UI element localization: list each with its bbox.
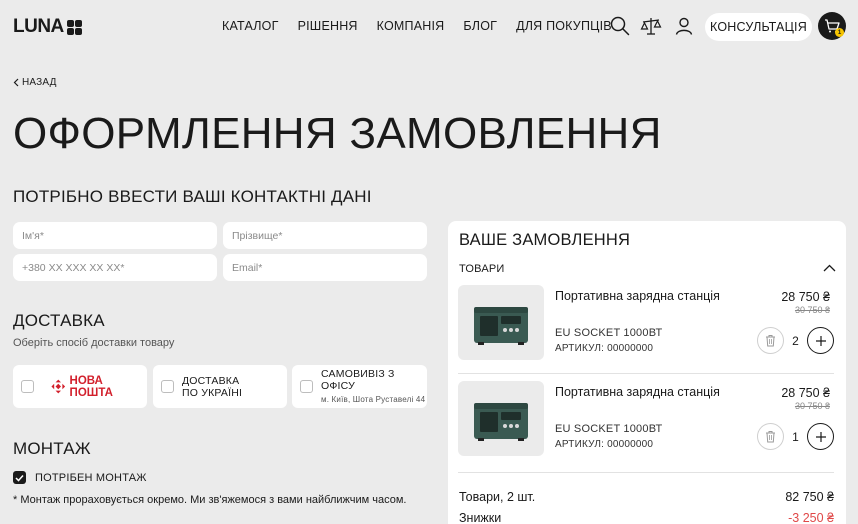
quantity-stepper: 2 (757, 327, 834, 354)
plus-icon (815, 335, 826, 346)
summary-discount-value: -3 250 ₴ (788, 511, 834, 524)
product-sku: АРТИКУЛ: 00000000 (555, 439, 654, 450)
product-image[interactable] (458, 285, 544, 360)
power-station-image (474, 306, 528, 345)
delivery-ukraine-line2: ПО УКРАЇНІ (182, 386, 243, 399)
back-label: НАЗАД (22, 77, 57, 88)
power-station-image (474, 402, 528, 441)
first-name-field[interactable]: Ім'я* (13, 222, 217, 249)
order-item: Портативна зарядна станція EU SOCKET 100… (458, 381, 844, 459)
order-item: Портативна зарядна станція EU SOCKET 100… (458, 285, 844, 363)
mounting-checkbox[interactable] (13, 471, 26, 484)
cart-count-badge: 1 (835, 28, 844, 37)
goods-section-label: ТОВАРИ (459, 263, 505, 275)
contacts-title: ПОТРІБНО ВВЕСТИ ВАШІ КОНТАКТНІ ДАНІ (13, 187, 372, 206)
page-title: ОФОРМЛЕННЯ ЗАМОВЛЕННЯ (13, 109, 662, 158)
mounting-option[interactable]: ПОТРІБЕН МОНТАЖ (13, 471, 147, 484)
nav-item-blog[interactable]: БЛОГ (463, 19, 497, 33)
consultation-button[interactable]: КОНСУЛЬТАЦІЯ (705, 13, 812, 41)
plus-icon (815, 431, 826, 442)
product-variant: EU SOCKET 1000ВТ (555, 327, 663, 339)
mounting-title: МОНТАЖ (13, 439, 91, 458)
nav-item-for-buyers[interactable]: ДЛЯ ПОКУПЦІВ (516, 19, 612, 33)
item-divider (458, 373, 834, 374)
delivery-subtitle: Оберіть спосіб доставки товару (13, 337, 175, 349)
delivery-checkbox[interactable] (21, 380, 34, 393)
summary-goods-row: Товари, 2 шт. 82 750 ₴ (459, 490, 834, 504)
nav-item-company[interactable]: КОМПАНІЯ (377, 19, 445, 33)
product-name[interactable]: Портативна зарядна станція (555, 289, 720, 303)
back-link[interactable]: НАЗАД (13, 77, 57, 88)
pickup-address: м. Київ, Шота Руставелі 44 (321, 394, 426, 404)
increase-quantity-button[interactable] (807, 423, 834, 450)
order-summary-panel: ВАШЕ ЗАМОВЛЕННЯ ТОВАРИ Портативна зарядн… (448, 221, 846, 524)
nova-poshta-logo: НОВА ПОШТА (51, 375, 147, 399)
phone-field[interactable]: +380 XX XXX XX XX* (13, 254, 217, 281)
checkmark-icon (15, 474, 24, 482)
cart-button[interactable]: 1 (818, 12, 846, 40)
trash-icon (766, 335, 775, 347)
remove-item-button[interactable] (757, 423, 784, 450)
delivery-checkbox[interactable] (161, 380, 174, 393)
product-old-price: 30 750 ₴ (794, 305, 830, 315)
product-sku: АРТИКУЛ: 00000000 (555, 343, 654, 354)
quantity-value: 1 (792, 429, 799, 444)
search-icon[interactable] (609, 15, 631, 37)
user-icon[interactable] (673, 15, 695, 37)
order-title: ВАШЕ ЗАМОВЛЕННЯ (459, 231, 631, 249)
delivery-option-nova-poshta[interactable]: НОВА ПОШТА (13, 365, 147, 408)
summary-discount-label: Знижки (459, 511, 502, 524)
quantity-stepper: 1 (757, 423, 834, 450)
summary-discount-row: Знижки -3 250 ₴ (459, 511, 834, 524)
pickup-title: САМОВИВІЗ З ОФІСУ (321, 367, 395, 392)
summary-goods-label: Товари, 2 шт. (459, 490, 536, 504)
increase-quantity-button[interactable] (807, 327, 834, 354)
delivery-checkbox[interactable] (300, 380, 313, 393)
mounting-note: * Монтаж прораховується окремо. Ми зв'яж… (13, 494, 407, 506)
chevron-up-icon[interactable] (823, 264, 836, 272)
product-old-price: 30 750 ₴ (794, 401, 830, 411)
compare-scales-icon[interactable] (640, 15, 662, 37)
delivery-title: ДОСТАВКА (13, 311, 105, 330)
product-price: 28 750 ₴ (781, 386, 830, 400)
logo-mark-icon (66, 19, 82, 35)
product-price: 28 750 ₴ (781, 290, 830, 304)
chevron-left-icon (13, 78, 19, 87)
nav-item-catalog[interactable]: КАТАЛОГ (222, 19, 279, 33)
trash-icon (766, 431, 775, 443)
last-name-field[interactable]: Прізвище* (223, 222, 427, 249)
product-name[interactable]: Портативна зарядна станція (555, 385, 720, 399)
product-variant: EU SOCKET 1000ВТ (555, 423, 663, 435)
delivery-option-pickup[interactable]: САМОВИВІЗ З ОФІСУ м. Київ, Шота Руставел… (292, 365, 427, 408)
delivery-option-ukraine[interactable]: ДОСТАВКА ПО УКРАЇНІ (153, 365, 287, 408)
remove-item-button[interactable] (757, 327, 784, 354)
delivery-ukraine-label: ДОСТАВКА ПО УКРАЇНІ (182, 375, 242, 399)
main-nav: КАТАЛОГ РІШЕННЯ КОМПАНІЯ БЛОГ ДЛЯ ПОКУПЦ… (222, 19, 612, 33)
summary-goods-value: 82 750 ₴ (785, 490, 834, 504)
logo[interactable]: LUNA (13, 16, 82, 38)
nova-poshta-label: НОВА ПОШТА (69, 374, 113, 399)
nav-item-solutions[interactable]: РІШЕННЯ (298, 19, 358, 33)
product-image[interactable] (458, 381, 544, 456)
summary-divider (458, 472, 834, 473)
quantity-value: 2 (792, 333, 799, 348)
pickup-label: САМОВИВІЗ З ОФІСУ м. Київ, Шота Руставел… (321, 368, 427, 406)
nova-poshta-icon (51, 379, 66, 394)
mounting-checkbox-label: ПОТРІБЕН МОНТАЖ (35, 471, 147, 484)
logo-text: LUNA (13, 16, 64, 37)
delivery-ukraine-line1: ДОСТАВКА (182, 374, 240, 387)
email-field[interactable]: Email* (223, 254, 427, 281)
